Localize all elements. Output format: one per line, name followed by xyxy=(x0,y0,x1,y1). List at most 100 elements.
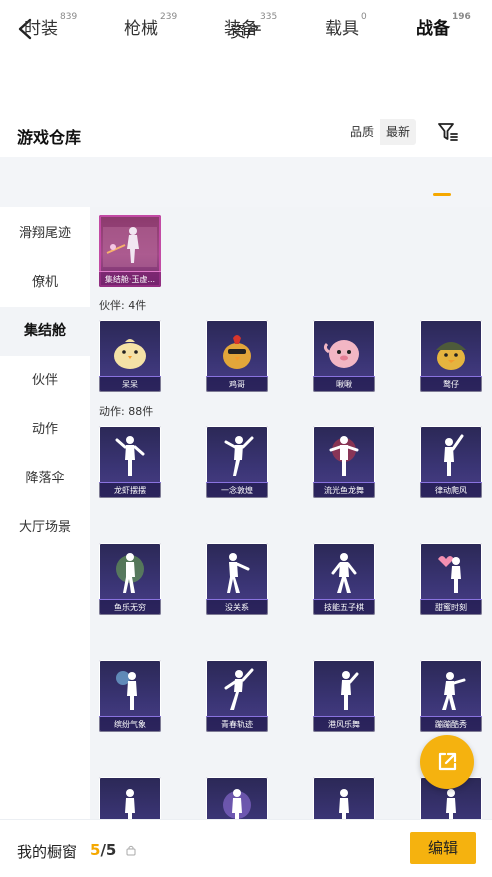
partner-card[interactable]: 呆呆 xyxy=(99,320,161,392)
share-out-icon xyxy=(438,752,457,771)
dancer-icon xyxy=(224,436,254,476)
tab-guns[interactable]: 枪械239 xyxy=(124,12,178,39)
tab-label: 载具 xyxy=(325,19,359,39)
dancer-icon xyxy=(224,668,254,710)
action-card[interactable]: 青春轨迹 xyxy=(206,660,268,732)
showcase-count-total: /5 xyxy=(100,841,117,859)
action-card[interactable]: 蹦蹦酷秀 xyxy=(420,660,482,732)
tab-label: 枪械 xyxy=(124,19,158,39)
sidebar-item-parachute[interactable]: 降落伞 xyxy=(0,454,90,503)
card-label: 呆呆 xyxy=(99,376,161,392)
action-card[interactable]: 港风乐舞 xyxy=(313,660,375,732)
dancer-icon xyxy=(444,434,464,476)
action-card[interactable]: 律动爬风 xyxy=(420,426,482,498)
sidebar: 滑翔尾迹 僚机 集结舱 伙伴 动作 降落伞 大厅场景 xyxy=(0,207,90,819)
sidebar-item-glide-trail[interactable]: 滑翔尾迹 xyxy=(0,209,90,258)
card-label: 流光鱼龙舞 xyxy=(313,482,375,498)
sidebar-item-lobby-scene[interactable]: 大厅场景 xyxy=(0,503,90,552)
showcase-label: 我的橱窗 xyxy=(17,843,78,861)
card-label: 鹜仔 xyxy=(420,376,482,392)
rooster-icon xyxy=(223,335,251,369)
tab-count: 0 xyxy=(361,12,367,22)
action-card[interactable]: 一念敦煌 xyxy=(206,426,268,498)
card-label: 律动爬风 xyxy=(420,482,482,498)
item-grid: 集结舱·玉虚... 伙伴: 4件 呆呆 鸡哥 啾啾 鹜仔 动作: 88件 龙虾摆… xyxy=(90,207,492,819)
lock-icon xyxy=(126,845,136,856)
sort-toggle: 品质 最新 xyxy=(344,119,417,145)
card-label: 缤纷气象 xyxy=(99,716,161,732)
action-card[interactable] xyxy=(313,777,375,819)
active-tab-indicator xyxy=(433,193,451,196)
tab-label: 战备 xyxy=(416,19,450,39)
dancer-icon xyxy=(116,553,144,593)
partner-card[interactable]: 鸡哥 xyxy=(206,320,268,392)
action-card[interactable]: 甜蜜时刻 xyxy=(420,543,482,615)
tab-fashion[interactable]: 时装839 xyxy=(24,12,78,39)
card-label: 没关系 xyxy=(206,599,268,615)
chick-icon xyxy=(114,339,146,369)
action-card[interactable] xyxy=(206,777,268,819)
card-label: 蹦蹦酷秀 xyxy=(420,716,482,732)
card-label: 鸡哥 xyxy=(206,376,268,392)
sort-newest[interactable]: 最新 xyxy=(380,119,417,145)
duck-helmet-icon xyxy=(436,342,466,370)
share-button[interactable] xyxy=(420,735,474,789)
tab-label: 装备 xyxy=(224,19,258,39)
action-card[interactable]: 龙虾摆摆 xyxy=(99,426,161,498)
pink-bird-icon xyxy=(323,340,359,368)
pod-figure-icon xyxy=(103,227,157,267)
partner-card[interactable]: 啾啾 xyxy=(313,320,375,392)
action-card[interactable]: 缤纷气象 xyxy=(99,660,161,732)
tab-equipment[interactable]: 装备335 xyxy=(224,12,278,39)
sidebar-item-wingman[interactable]: 僚机 xyxy=(0,258,90,307)
action-card[interactable]: 技能五子棋 xyxy=(313,543,375,615)
card-label: 甜蜜时刻 xyxy=(420,599,482,615)
dancer-icon xyxy=(115,436,145,476)
warehouse-title: 游戏仓库 xyxy=(17,128,82,147)
action-card[interactable]: 鱼乐无穷 xyxy=(99,543,161,615)
dancer-icon xyxy=(116,671,137,710)
tab-combat-prep[interactable]: 战备196 xyxy=(416,12,471,39)
tab-count: 239 xyxy=(160,12,178,22)
assembly-pod-card[interactable]: 集结舱·玉虚... xyxy=(99,215,161,287)
dancer-icon xyxy=(339,789,349,819)
card-label: 龙虾摆摆 xyxy=(99,482,161,498)
dancer-icon xyxy=(329,436,359,476)
filter-button[interactable] xyxy=(436,120,460,144)
dancer-icon xyxy=(125,789,135,819)
sort-quality[interactable]: 品质 xyxy=(344,119,381,145)
actions-group-label: 动作: 88件 xyxy=(99,405,154,418)
card-label: 集结舱·玉虚... xyxy=(99,271,161,287)
showcase-bar: 我的橱窗 5/5 编辑 xyxy=(0,819,492,877)
card-label: 青春轨迹 xyxy=(206,716,268,732)
showcase-count-current: 5 xyxy=(90,841,101,859)
partners-group-label: 伙伴: 4件 xyxy=(99,299,147,312)
dancer-icon xyxy=(442,672,466,710)
action-card[interactable] xyxy=(99,777,161,819)
card-label: 技能五子棋 xyxy=(313,599,375,615)
sidebar-item-action[interactable]: 动作 xyxy=(0,405,90,454)
dancer-icon xyxy=(341,671,359,710)
category-tabs xyxy=(0,157,492,207)
tab-vehicles[interactable]: 载具0 xyxy=(325,12,367,39)
partner-card[interactable]: 鹜仔 xyxy=(420,320,482,392)
tab-label: 时装 xyxy=(24,19,58,39)
filter-icon xyxy=(438,123,458,141)
sidebar-item-assembly-pod[interactable]: 集结舱 xyxy=(0,307,90,356)
tab-count: 335 xyxy=(260,12,278,22)
showcase-count: 5/5 xyxy=(90,841,116,859)
action-card[interactable]: 流光鱼龙舞 xyxy=(313,426,375,498)
dancer-icon xyxy=(331,553,357,593)
dancer-icon xyxy=(223,789,251,819)
action-card[interactable]: 没关系 xyxy=(206,543,268,615)
dancer-icon xyxy=(227,553,250,593)
tab-count: 196 xyxy=(452,12,471,22)
tab-count: 839 xyxy=(60,12,78,22)
sidebar-item-partner[interactable]: 伙伴 xyxy=(0,356,90,405)
dancer-icon xyxy=(438,556,461,593)
card-label: 啾啾 xyxy=(313,376,375,392)
card-label: 港风乐舞 xyxy=(313,716,375,732)
edit-button[interactable]: 编辑 xyxy=(410,832,476,864)
warehouse-header: 游戏仓库 xyxy=(0,112,492,152)
card-label: 一念敦煌 xyxy=(206,482,268,498)
